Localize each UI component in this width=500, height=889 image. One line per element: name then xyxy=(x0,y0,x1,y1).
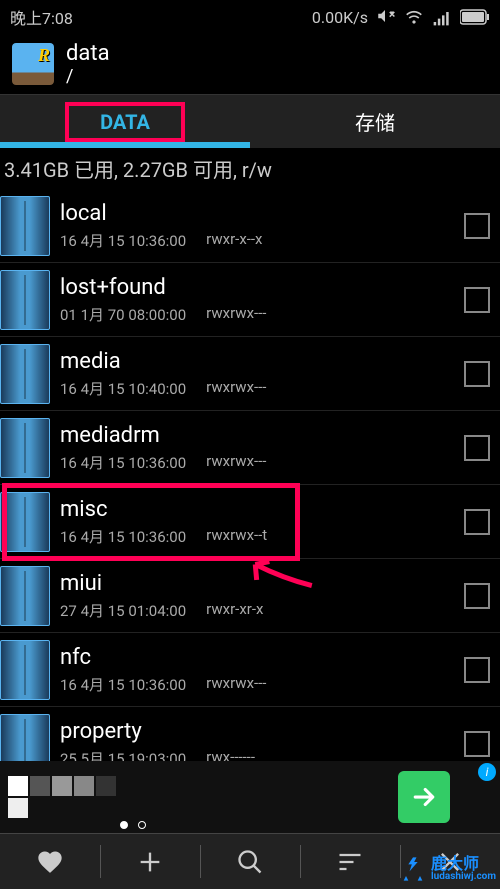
file-checkbox[interactable] xyxy=(464,583,490,609)
file-info: miui 27 4月 15 01:04:00 rwxr-xr-x xyxy=(60,571,464,621)
file-date: 16 4月 15 10:40:00 xyxy=(60,378,186,399)
file-row[interactable]: media 16 4月 15 10:40:00 rwxrwx--- xyxy=(0,337,500,411)
file-checkbox[interactable] xyxy=(464,657,490,683)
nav-favorite[interactable] xyxy=(0,834,100,889)
file-name: mediadrm xyxy=(60,423,464,448)
file-permissions: rwxrwx--- xyxy=(206,304,266,325)
file-checkbox[interactable] xyxy=(464,213,490,239)
file-name: media xyxy=(60,349,464,374)
ad-info-icon[interactable]: i xyxy=(478,763,496,781)
wifi-icon xyxy=(404,7,424,27)
file-row[interactable]: misc 16 4月 15 10:36:00 rwxrwx--t xyxy=(0,485,500,559)
file-info: mediadrm 16 4月 15 10:36:00 rwxrwx--- xyxy=(60,423,464,473)
file-name: nfc xyxy=(60,645,464,670)
file-info: misc 16 4月 15 10:36:00 rwxrwx--t xyxy=(60,497,464,547)
file-row[interactable]: lost+found 01 1月 70 08:00:00 rwxrwx--- xyxy=(0,263,500,337)
file-date: 16 4月 15 10:36:00 xyxy=(60,452,186,473)
file-date: 16 4月 15 10:36:00 xyxy=(60,526,186,547)
file-permissions: rwxrwx--- xyxy=(206,452,266,473)
nav-sort[interactable] xyxy=(300,834,400,889)
file-date: 27 4月 15 01:04:00 xyxy=(60,600,186,621)
page-title: data xyxy=(66,41,110,66)
search-icon xyxy=(236,848,264,876)
file-permissions: rwxrwx--- xyxy=(206,674,266,695)
breadcrumb-path: / xyxy=(66,66,110,87)
tab-label: 存储 xyxy=(355,107,395,136)
ad-dot xyxy=(120,821,128,829)
battery-icon xyxy=(460,9,490,25)
app-header: data / xyxy=(0,34,500,94)
tab-label: DATA xyxy=(100,110,150,134)
mute-icon xyxy=(376,7,396,27)
watermark-url: ludashiwj.com xyxy=(431,872,496,882)
file-date: 16 4月 15 10:36:00 xyxy=(60,674,186,695)
status-time: 晚上7:08 xyxy=(10,5,73,29)
file-name: lost+found xyxy=(60,275,464,300)
file-date: 16 4月 15 10:36:00 xyxy=(60,230,186,251)
folder-icon xyxy=(0,270,50,330)
tab-data[interactable]: DATA xyxy=(0,95,250,148)
storage-info: 3.41GB 已用, 2.27GB 可用, r/w xyxy=(0,148,500,189)
file-permissions: rwxrwx--- xyxy=(206,378,266,399)
folder-icon xyxy=(0,492,50,552)
status-icons: 0.00K/s xyxy=(312,7,490,27)
file-name: misc xyxy=(60,497,464,522)
nav-add[interactable] xyxy=(100,834,200,889)
folder-icon xyxy=(0,640,50,700)
file-info: lost+found 01 1月 70 08:00:00 rwxrwx--- xyxy=(60,275,464,325)
status-bar: 晚上7:08 0.00K/s xyxy=(0,0,500,34)
file-name: property xyxy=(60,719,464,744)
watermark-logo-icon xyxy=(399,855,427,883)
watermark-name: 鹿大师 xyxy=(431,856,496,872)
nav-search[interactable] xyxy=(200,834,300,889)
app-icon[interactable] xyxy=(12,43,54,85)
ad-cta-button[interactable] xyxy=(398,771,450,823)
file-row[interactable]: miui 27 4月 15 01:04:00 rwxr-xr-x xyxy=(0,559,500,633)
file-checkbox[interactable] xyxy=(464,731,490,757)
file-row[interactable]: local 16 4月 15 10:36:00 rwxr-x--x xyxy=(0,189,500,263)
file-permissions: rwxrwx--t xyxy=(206,526,267,547)
ad-content xyxy=(8,776,128,818)
heart-icon xyxy=(36,848,64,876)
file-checkbox[interactable] xyxy=(464,509,490,535)
tab-storage[interactable]: 存储 xyxy=(250,95,500,148)
ad-banner[interactable]: i xyxy=(0,761,500,833)
file-row[interactable]: mediadrm 16 4月 15 10:36:00 rwxrwx--- xyxy=(0,411,500,485)
file-permissions: rwxr-xr-x xyxy=(206,600,263,621)
tabs: DATA 存储 xyxy=(0,94,500,148)
file-permissions: rwxr-x--x xyxy=(206,230,262,251)
signal-icon xyxy=(432,7,452,27)
file-date: 01 1月 70 08:00:00 xyxy=(60,304,186,325)
file-row[interactable]: nfc 16 4月 15 10:36:00 rwxrwx--- xyxy=(0,633,500,707)
ad-pagination xyxy=(120,821,146,829)
sort-icon xyxy=(336,848,364,876)
arrow-right-icon xyxy=(409,782,439,812)
file-info: nfc 16 4月 15 10:36:00 rwxrwx--- xyxy=(60,645,464,695)
file-checkbox[interactable] xyxy=(464,435,490,461)
plus-icon xyxy=(136,848,164,876)
folder-icon xyxy=(0,418,50,478)
network-speed: 0.00K/s xyxy=(312,8,368,27)
file-checkbox[interactable] xyxy=(464,361,490,387)
file-name: miui xyxy=(60,571,464,596)
folder-icon xyxy=(0,566,50,626)
file-info: media 16 4月 15 10:40:00 rwxrwx--- xyxy=(60,349,464,399)
file-list[interactable]: local 16 4月 15 10:36:00 rwxr-x--x lost+f… xyxy=(0,189,500,781)
file-info: local 16 4月 15 10:36:00 rwxr-x--x xyxy=(60,201,464,251)
folder-icon xyxy=(0,344,50,404)
file-name: local xyxy=(60,201,464,226)
folder-icon xyxy=(0,196,50,256)
file-checkbox[interactable] xyxy=(464,287,490,313)
ad-dot xyxy=(138,821,146,829)
watermark: 鹿大师 ludashiwj.com xyxy=(399,855,496,883)
